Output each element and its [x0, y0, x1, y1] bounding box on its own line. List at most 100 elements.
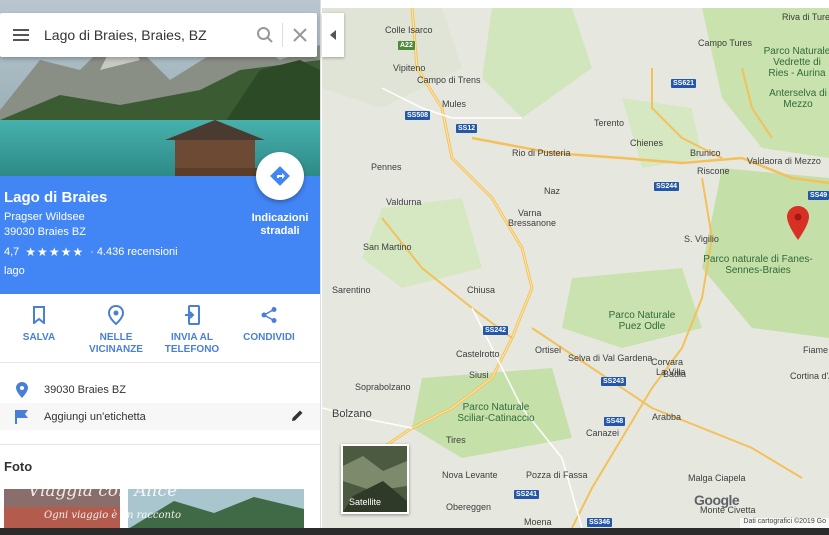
watermark-title: Viaggia con Alice [28, 481, 178, 501]
reviews-link[interactable]: · 4.436 recensioni [90, 246, 177, 258]
search-icon[interactable] [248, 13, 282, 57]
road-shield: SS621 [671, 79, 697, 88]
map-label: Campo di Trens [417, 75, 481, 85]
map-label: Ortisei [535, 345, 562, 355]
map-label: Valdaora di Mezzo [747, 156, 821, 166]
map-label: Bolzano [332, 408, 372, 420]
map-label: Vipiteno [393, 63, 426, 73]
location-pin-icon [0, 381, 44, 398]
map-label: Canazei [586, 428, 620, 438]
place-category[interactable]: lago [4, 265, 25, 277]
map-pin-icon[interactable] [787, 206, 809, 245]
map-label: Arabba [652, 412, 682, 422]
road-shield: SS508 [405, 111, 431, 120]
flag-icon [0, 409, 44, 425]
watermark-subtitle: Ogni viaggio è un racconto [44, 510, 182, 521]
place-alt-name: Pragser Wildsee [4, 211, 85, 223]
road-shield: SS48 [604, 417, 626, 426]
add-label-row[interactable]: Aggiungi un'etichetta [0, 403, 320, 430]
photo-strip[interactable]: Viaggia con Alice Ogni viaggio è un racc… [4, 481, 304, 529]
map-label: Bressanone [508, 218, 557, 228]
collapse-panel-button[interactable] [322, 13, 344, 57]
search-input[interactable]: Lago di Braies, Braies, BZ [42, 27, 248, 43]
map-label: Corvara [651, 357, 684, 367]
nearby-label: NELLE VICINANZE [89, 332, 143, 355]
map-label: Naz [544, 186, 561, 196]
directions-label[interactable]: Indicazioni stradali [246, 212, 314, 238]
park-label: Parco Naturale Puez Odle [608, 310, 676, 332]
place-address: 39030 Braies BZ [4, 226, 86, 238]
map-label: San Martino [363, 242, 412, 252]
map-label: Badia [663, 369, 687, 379]
save-button[interactable]: SALVA [1, 304, 77, 344]
map-label: Nova Levante [442, 470, 498, 480]
map-attribution[interactable]: Dati cartografici ©2019 Go [740, 518, 829, 528]
action-bar: SALVA NELLE VICINANZE INVIA AL TELEFONO … [0, 300, 320, 363]
map-label: Fiame [803, 345, 829, 355]
rating-value: 4,7 [4, 246, 20, 258]
photos-heading: Foto [4, 459, 33, 474]
edit-pencil-icon[interactable] [291, 409, 304, 425]
map-label: Riva di Tures [782, 12, 829, 22]
map-label: Malga Ciapela [688, 473, 746, 483]
save-label: SALVA [22, 332, 56, 343]
share-label: CONDIVIDI [243, 332, 295, 343]
close-icon[interactable] [283, 13, 317, 57]
map-label: Chiusa [467, 285, 496, 295]
road-shield: SS244 [654, 182, 680, 191]
map-label: Soprabolzano [355, 382, 411, 392]
rating-stars: ★★★★★ [25, 245, 85, 259]
map-label: Riscone [697, 166, 730, 176]
map-label: Pozza di Fassa [526, 470, 588, 480]
map-label: Rio di Pusteria [512, 148, 571, 158]
map-label: Cortina d'Ampezzo [790, 371, 829, 381]
address-text: 39030 Braies BZ [44, 383, 126, 396]
map-label: Selva di Val Gardena [568, 353, 653, 363]
directions-button[interactable] [256, 152, 304, 200]
map-label: Moena [524, 517, 552, 527]
map-label: Obereggen [446, 502, 492, 512]
place-panel: Lago di Braies, Braies, BZ Lago di Braie… [0, 0, 321, 535]
address-row[interactable]: 39030 Braies BZ [0, 376, 320, 403]
nearby-icon [78, 304, 154, 326]
road-shield: SS49 [808, 191, 829, 200]
map-label: Pennes [371, 162, 402, 172]
nearby-button[interactable]: NELLE VICINANZE [78, 304, 154, 356]
search-box: Lago di Braies, Braies, BZ [0, 13, 317, 57]
map-label: Colle Isarco [385, 25, 433, 35]
bottom-bar [0, 528, 829, 535]
map-label: Mules [442, 99, 467, 109]
share-button[interactable]: CONDIVIDI [231, 304, 307, 344]
menu-button[interactable] [0, 13, 42, 57]
road-shield: SS242 [483, 326, 509, 335]
road-shield: SS12 [456, 124, 478, 133]
map-label: Terento [594, 118, 625, 128]
map-label: Chienes [630, 138, 664, 148]
place-title: Lago di Braies [4, 189, 108, 206]
bookmark-icon [1, 304, 77, 326]
map-label: Campo Tures [698, 38, 753, 48]
map-label: Siusi [469, 370, 489, 380]
road-shield: SS241 [514, 490, 540, 499]
map-label: Castelrotto [456, 349, 500, 359]
add-label-text: Aggiungi un'etichetta [44, 410, 146, 423]
road-shield: SS346 [587, 518, 613, 527]
map-label: Valdurna [386, 197, 422, 207]
send-to-phone-label: INVIA AL TELEFONO [164, 332, 220, 355]
send-to-phone-button[interactable]: INVIA AL TELEFONO [154, 304, 230, 356]
map-label: S. Vigilio [684, 234, 719, 244]
road-shield: SS243 [601, 377, 627, 386]
google-logo: Google [694, 492, 740, 508]
map-label: Tires [446, 435, 466, 445]
satellite-label: Satellite [349, 497, 382, 507]
park-label: Anterselva di Mezzo [769, 88, 827, 110]
park-label: Parco Naturale Vedrette di Ries - Aurina [763, 46, 829, 79]
directions-icon [270, 166, 290, 186]
share-icon [231, 304, 307, 326]
park-label: Parco Naturale Sciliar-Catinaccio [457, 402, 535, 424]
send-to-phone-icon [154, 304, 230, 326]
map-label: Sarentino [332, 285, 371, 295]
satellite-toggle[interactable]: Satellite [341, 444, 409, 514]
road-shield: A22 [398, 41, 415, 50]
map-label: Varna [518, 208, 542, 218]
